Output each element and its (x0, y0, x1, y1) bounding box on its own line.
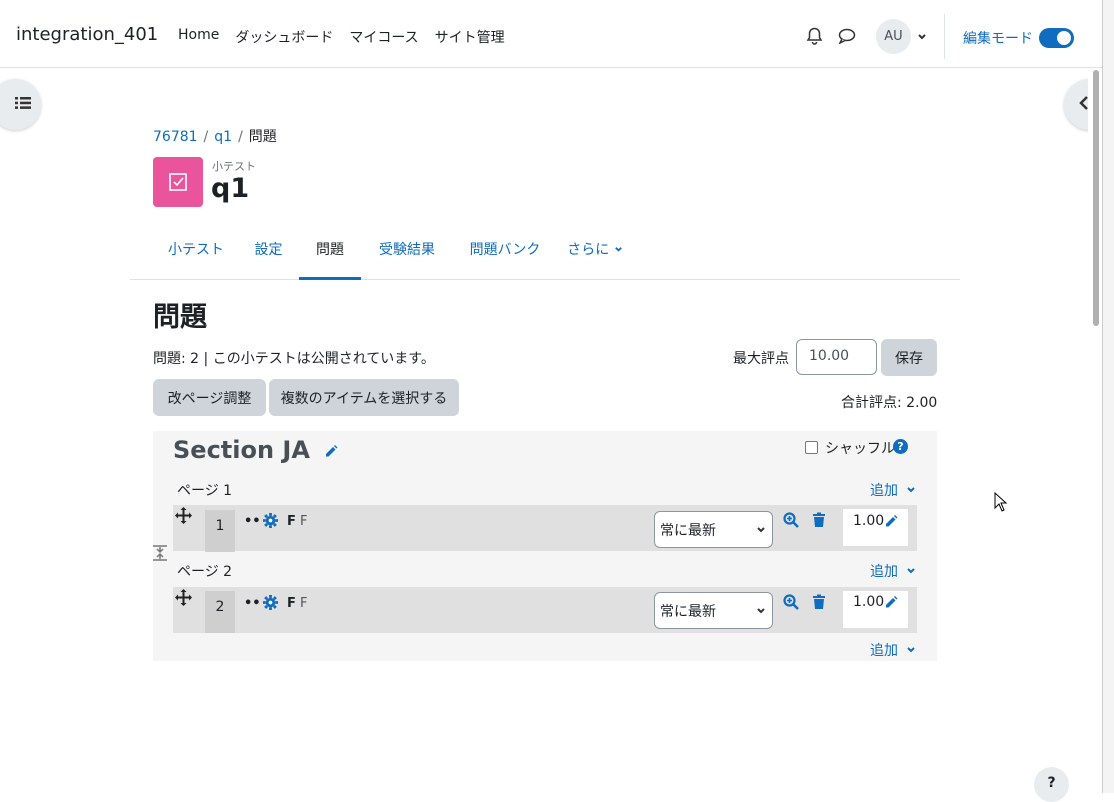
quiz-status-text: 問題: 2 | この小テストは公開されています。 (153, 351, 435, 367)
nav-site-admin[interactable]: サイト管理 (435, 27, 505, 47)
messages-icon[interactable] (838, 28, 856, 48)
gear-icon[interactable] (263, 595, 278, 614)
max-grade-label: 最大評点 (733, 351, 789, 367)
nav-dashboard[interactable]: ダッシュボード (235, 27, 333, 47)
edit-mark-pencil-icon[interactable] (884, 595, 898, 613)
help-question-icon[interactable]: ? (893, 439, 908, 454)
edit-mode-label: 編集モード (963, 31, 1033, 47)
gear-icon[interactable] (263, 513, 278, 532)
question-type-icon: •• (244, 596, 261, 611)
question-name[interactable]: F (287, 596, 296, 611)
add-label: 追加 (870, 483, 898, 499)
page-1-label: ページ 1 (177, 483, 233, 499)
edit-mark-pencil-icon[interactable] (884, 514, 898, 532)
scrollbar-thumb[interactable] (1093, 70, 1099, 326)
select-multiple-button[interactable]: 複数のアイテムを選択する (269, 379, 459, 416)
add-menu-page-2[interactable]: 追加 (870, 561, 916, 581)
navbar-divider (944, 14, 945, 59)
delete-trash-icon[interactable] (812, 512, 826, 532)
chevron-down-icon (757, 527, 765, 533)
question-name[interactable]: F (287, 514, 296, 529)
add-label: 追加 (870, 643, 898, 659)
question-slot-1 (173, 505, 917, 551)
tab-settings[interactable]: 設定 (242, 228, 295, 280)
add-menu-page-1[interactable]: 追加 (870, 480, 916, 500)
list-icon (14, 96, 31, 114)
primary-navigation: Home ダッシュボード マイコース サイト管理 (178, 27, 521, 47)
mouse-cursor-icon (994, 491, 1008, 516)
total-marks: 合計評点: 2.00 (841, 395, 938, 411)
tab-question-bank[interactable]: 問題バンク (463, 228, 547, 280)
breadcrumb-current: 問題 (248, 129, 277, 145)
question-text: F (300, 596, 308, 611)
notification-bell-icon[interactable] (806, 27, 823, 49)
version-select-value: 常に最新 (660, 523, 716, 539)
preview-zoom-icon[interactable] (783, 512, 799, 532)
question-type-icon: •• (244, 514, 261, 529)
secondary-navigation: 小テスト 設定 問題 受験結果 問題バンク さらに (130, 228, 960, 280)
tab-results[interactable]: 受験結果 (370, 228, 444, 280)
window-right-edge (1102, 0, 1114, 793)
question-text: F (300, 514, 308, 529)
chevron-down-icon (757, 608, 765, 614)
nav-my-courses[interactable]: マイコース (349, 27, 418, 47)
edit-pencil-icon[interactable] (324, 444, 338, 458)
tab-more[interactable]: さらに (565, 228, 625, 280)
quiz-activity-icon (153, 157, 203, 207)
page-title: q1 (211, 173, 250, 204)
version-select[interactable]: 常に最新 (654, 592, 773, 629)
max-mark-value: 1.00 (853, 513, 885, 529)
main-heading: 問題 (153, 302, 207, 333)
breadcrumb-quiz[interactable]: q1 (214, 129, 232, 145)
slot-number: 1 (205, 510, 235, 552)
slot-number: 2 (205, 591, 235, 633)
repaginate-icon[interactable] (152, 545, 168, 565)
nav-home[interactable]: Home (178, 27, 219, 47)
breadcrumb: 76781/q1/問題 (153, 129, 277, 145)
tab-quiz[interactable]: 小テスト (153, 228, 239, 280)
preview-zoom-icon[interactable] (783, 594, 799, 614)
chevron-down-icon (614, 247, 622, 252)
save-button[interactable]: 保存 (881, 339, 937, 376)
chevron-down-icon (907, 647, 916, 653)
tab-more-label: さらに (567, 242, 610, 258)
chevron-down-icon (907, 568, 916, 574)
course-index-drawer-button[interactable] (0, 79, 41, 130)
add-menu-end[interactable]: 追加 (870, 640, 916, 660)
site-name[interactable]: integration_401 (16, 24, 158, 45)
delete-trash-icon[interactable] (812, 594, 826, 614)
version-select-value: 常に最新 (660, 604, 716, 620)
page-2-label: ページ 2 (177, 564, 233, 580)
section-heading: Section JA (173, 436, 338, 464)
question-slot-2 (173, 587, 917, 633)
edit-mode-toggle[interactable] (1039, 28, 1074, 48)
move-icon[interactable] (175, 589, 192, 610)
activity-type-label: 小テスト (212, 160, 256, 173)
max-grade-input[interactable]: 10.00 (796, 339, 877, 375)
footer-help-button[interactable]: ? (1034, 767, 1069, 802)
move-icon[interactable] (175, 507, 192, 528)
chevron-down-icon (907, 487, 916, 493)
shuffle-checkbox[interactable] (805, 441, 818, 454)
top-navbar: integration_401 Home ダッシュボード マイコース サイト管理… (0, 0, 1102, 68)
add-label: 追加 (870, 564, 898, 580)
breadcrumb-course[interactable]: 76781 (153, 129, 198, 145)
user-avatar[interactable]: AU (876, 19, 911, 54)
user-menu-chevron-down-icon[interactable] (917, 30, 927, 46)
repaginate-button[interactable]: 改ページ調整 (153, 379, 266, 416)
tab-questions[interactable]: 問題 (299, 228, 361, 280)
max-mark-value: 1.00 (853, 594, 885, 610)
section-title: Section JA (173, 436, 310, 464)
shuffle-label: シャッフル (825, 441, 895, 457)
version-select[interactable]: 常に最新 (654, 511, 773, 548)
